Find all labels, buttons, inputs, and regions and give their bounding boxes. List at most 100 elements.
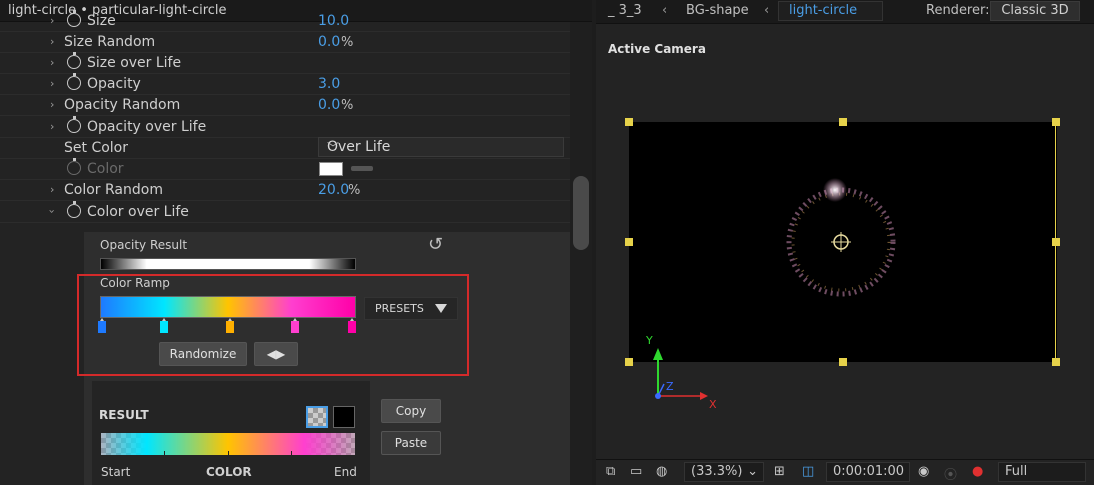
- property-label: Size over Life: [87, 55, 182, 71]
- scrollbar-thumb[interactable]: [573, 176, 589, 250]
- property-label: Size Random: [64, 34, 156, 50]
- active-camera-label: Active Camera: [608, 42, 706, 56]
- composition-viewport[interactable]: [629, 122, 1057, 362]
- bounds-handle[interactable]: [1052, 238, 1060, 246]
- show-snapshot-icon[interactable]: ⦿: [944, 464, 957, 483]
- expand-arrow-icon[interactable]: ›: [50, 98, 54, 111]
- breadcrumb-active-tab[interactable]: light-circle: [778, 1, 883, 21]
- property-row-size[interactable]: › Size 10.0: [0, 10, 570, 32]
- stopwatch-icon[interactable]: [67, 116, 81, 133]
- property-row-size-over-life[interactable]: › Size over Life: [0, 52, 570, 74]
- paste-button[interactable]: Paste: [381, 431, 441, 455]
- zoom-value: (33.3%): [691, 464, 743, 479]
- property-value[interactable]: 0.0: [318, 34, 340, 50]
- copy-button[interactable]: Copy: [381, 399, 441, 423]
- bounds-handle[interactable]: [839, 358, 847, 366]
- result-label: RESULT: [99, 408, 149, 422]
- viewer-footer-bar: ⧉ ▭ ◍ (33.3%) ⌄ ⊞ ◫ 0:00:01:00 ◉ ⦿ ● Ful…: [596, 459, 1094, 485]
- percent-unit: %: [341, 98, 354, 113]
- property-label: Size: [87, 13, 116, 29]
- color-stop[interactable]: [291, 318, 299, 333]
- opacity-result-bar: [100, 258, 356, 270]
- camera-icon[interactable]: ◉: [918, 464, 929, 479]
- z-axis-label: Z: [666, 380, 674, 393]
- randomize-button[interactable]: Randomize: [159, 342, 247, 366]
- region-of-interest-icon[interactable]: ◫: [802, 464, 814, 479]
- bounds-handle[interactable]: [625, 358, 633, 366]
- property-row-color-over-life[interactable]: › Color over Life: [0, 201, 570, 223]
- eyedropper-icon[interactable]: [351, 166, 373, 171]
- expand-arrow-icon[interactable]: ›: [50, 14, 54, 27]
- collapse-arrow-icon[interactable]: ›: [46, 209, 59, 213]
- property-label: Opacity Random: [64, 97, 181, 113]
- start-label: Start: [101, 465, 131, 479]
- mask-icon[interactable]: ◍: [656, 464, 667, 479]
- renderer-dropdown[interactable]: Classic 3D: [990, 1, 1080, 21]
- set-color-dropdown[interactable]: Over Life ﹀: [318, 137, 564, 157]
- checker-background-toggle[interactable]: [306, 406, 328, 428]
- property-row-color[interactable]: Color: [0, 158, 570, 180]
- scrollbar-track[interactable]: [570, 22, 592, 485]
- color-swatch[interactable]: [319, 162, 343, 176]
- bounds-handle[interactable]: [839, 118, 847, 126]
- end-label: End: [334, 465, 357, 479]
- color-stop[interactable]: [226, 318, 234, 333]
- color-ramp-label: Color Ramp: [100, 276, 170, 290]
- color-ramp-bar[interactable]: [100, 296, 356, 318]
- stopwatch-icon[interactable]: [67, 73, 81, 90]
- black-background-toggle[interactable]: [333, 406, 355, 428]
- caret-down-icon: [435, 304, 447, 313]
- property-value[interactable]: 0.0: [318, 97, 340, 113]
- color-mode-label: COLOR: [206, 465, 252, 479]
- presets-dropdown[interactable]: PRESETS: [364, 297, 458, 320]
- tick-mark: [228, 451, 229, 455]
- grid-icon[interactable]: ⊞: [774, 464, 785, 479]
- flip-ramp-button[interactable]: ◀▶: [254, 342, 298, 366]
- expand-arrow-icon[interactable]: ›: [50, 77, 54, 90]
- zoom-dropdown[interactable]: (33.3%) ⌄: [684, 462, 764, 482]
- x-axis-label: X: [709, 398, 717, 411]
- flip-arrows-icon: ◀▶: [266, 347, 286, 361]
- bounds-handle[interactable]: [1052, 118, 1060, 126]
- breadcrumb-active-label: light-circle: [789, 3, 858, 18]
- bounds-handle[interactable]: [625, 238, 633, 246]
- timecode-field[interactable]: 0:00:01:00: [826, 462, 910, 482]
- property-row-opacity[interactable]: › Opacity 3.0: [0, 73, 570, 95]
- chevron-down-icon: ﹀: [327, 141, 340, 155]
- percent-unit: %: [348, 183, 361, 198]
- property-row-opacity-random[interactable]: › Opacity Random 0.0 %: [0, 95, 570, 116]
- resolution-dropdown[interactable]: Full: [998, 462, 1086, 482]
- percent-unit: %: [341, 35, 354, 50]
- chevron-left-icon: ‹: [662, 3, 668, 18]
- reset-icon[interactable]: ↺: [428, 234, 450, 256]
- property-value[interactable]: 3.0: [318, 76, 340, 92]
- property-value[interactable]: 20.0: [318, 182, 349, 198]
- particle-ring: [786, 178, 896, 297]
- monitor-icon[interactable]: ▭: [630, 464, 642, 479]
- stopwatch-icon[interactable]: [67, 201, 81, 218]
- breadcrumb-comp[interactable]: _ 3_3: [608, 3, 642, 18]
- color-stop[interactable]: [98, 318, 106, 333]
- property-row-size-random[interactable]: › Size Random 0.0 %: [0, 32, 570, 53]
- y-axis-label: Y: [646, 334, 653, 347]
- expand-arrow-icon[interactable]: ›: [50, 56, 54, 69]
- stopwatch-icon[interactable]: [67, 52, 81, 69]
- property-label: Set Color: [64, 140, 128, 156]
- color-stop[interactable]: [348, 318, 356, 333]
- channels-icon[interactable]: ●: [972, 464, 983, 479]
- property-row-opacity-over-life[interactable]: › Opacity over Life: [0, 116, 570, 138]
- tick-mark: [291, 451, 292, 455]
- bounds-handle[interactable]: [1052, 358, 1060, 366]
- viewer-title-bar: _ 3_3 ‹ BG-shape ‹ light-circle Renderer…: [596, 0, 1094, 24]
- color-stop[interactable]: [160, 318, 168, 333]
- property-row-color-random[interactable]: › Color Random 20.0 %: [0, 180, 570, 201]
- snapshot-icon[interactable]: ⧉: [606, 464, 615, 479]
- stopwatch-icon[interactable]: [67, 10, 81, 27]
- expand-arrow-icon[interactable]: ›: [50, 120, 54, 133]
- expand-arrow-icon[interactable]: ›: [50, 183, 54, 196]
- stopwatch-icon: [67, 158, 81, 175]
- breadcrumb-comp[interactable]: BG-shape: [686, 3, 749, 18]
- expand-arrow-icon[interactable]: ›: [50, 35, 54, 48]
- property-value[interactable]: 10.0: [318, 13, 349, 29]
- bounds-handle[interactable]: [625, 118, 633, 126]
